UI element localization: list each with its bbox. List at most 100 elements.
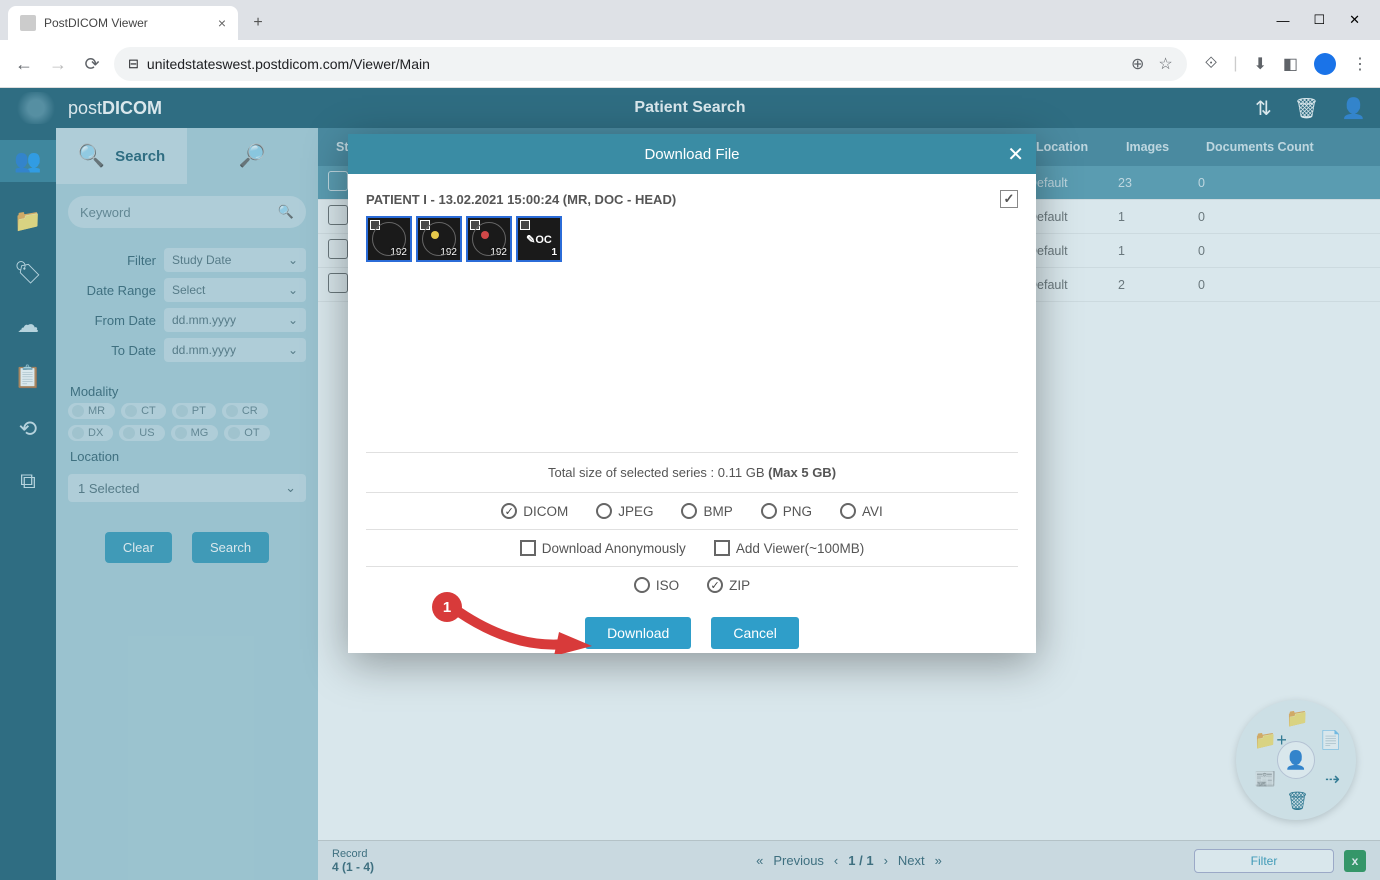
format-radio-dicom[interactable]: DICOM: [501, 503, 568, 519]
radial-share-icon[interactable]: ⇢: [1325, 769, 1340, 790]
browser-tab[interactable]: PostDICOM Viewer ×: [8, 6, 238, 40]
cancel-button[interactable]: Cancel: [711, 617, 799, 649]
excel-export-icon[interactable]: x: [1344, 850, 1366, 872]
location-select[interactable]: 1 Selected⌄: [68, 474, 306, 502]
modality-chip-ot[interactable]: OT: [224, 425, 269, 441]
prev-page-icon[interactable]: ‹: [834, 853, 838, 868]
rail-worklist-icon[interactable]: 📋: [14, 364, 41, 390]
radial-report-icon[interactable]: 📰: [1254, 769, 1276, 790]
add-viewer-checkbox[interactable]: Add Viewer(~100MB): [714, 540, 864, 556]
chevron-down-icon: ⌄: [288, 253, 298, 267]
back-button[interactable]: ←: [12, 52, 36, 76]
modality-chip-dx[interactable]: DX: [68, 425, 113, 441]
radial-folder-icon[interactable]: 📁: [1286, 708, 1308, 729]
from-date-label: From Date: [68, 313, 156, 328]
url-field[interactable]: ⊟ unitedstateswest.postdicom.com/Viewer/…: [114, 47, 1187, 81]
download-anon-checkbox[interactable]: Download Anonymously: [520, 540, 686, 556]
site-info-icon[interactable]: ⊟: [128, 56, 139, 72]
th-location[interactable]: Location: [1028, 140, 1118, 154]
close-window-icon[interactable]: ✕: [1349, 12, 1360, 28]
radial-document-icon[interactable]: 📄: [1320, 730, 1342, 751]
date-range-select[interactable]: Select⌄: [164, 278, 306, 302]
search-tab-basic[interactable]: 🔍 Search: [56, 128, 187, 184]
rail-patients-icon[interactable]: 👥: [0, 140, 56, 182]
trash-icon[interactable]: 🗑: [1294, 96, 1319, 121]
format-radio-jpeg[interactable]: JPEG: [596, 503, 653, 519]
format-radio-bmp[interactable]: BMP: [681, 503, 732, 519]
radial-menu[interactable]: 👤 📁 📁+ 📄 📰 ⇢ 🗑: [1236, 700, 1356, 820]
filter-select[interactable]: Study Date⌄: [164, 248, 306, 272]
modality-chip-cr[interactable]: CR: [222, 403, 268, 419]
rail-tags-icon[interactable]: 🏷: [14, 260, 42, 286]
modality-chip-pt[interactable]: PT: [172, 403, 216, 419]
search-icon: 🔍: [78, 143, 105, 169]
modality-chip-mr[interactable]: MR: [68, 403, 115, 419]
previous-button[interactable]: Previous: [773, 853, 824, 868]
new-tab-button[interactable]: +: [244, 9, 272, 37]
select-all-checkbox[interactable]: ✓: [1000, 190, 1018, 208]
side-panel-icon[interactable]: ◧: [1283, 54, 1298, 74]
th-documents[interactable]: Documents Count: [1198, 140, 1380, 154]
tab-bar: PostDICOM Viewer × + — ☐ ✕: [0, 0, 1380, 40]
forward-button[interactable]: →: [46, 52, 70, 76]
annotation-arrow-icon: [454, 604, 594, 654]
page-title: Patient Search: [634, 99, 745, 117]
series-thumbnail[interactable]: ✎OC1: [516, 216, 562, 262]
series-thumbnail[interactable]: 192: [366, 216, 412, 262]
next-page-icon[interactable]: ›: [884, 853, 888, 868]
record-value: 4 (1 - 4): [332, 860, 374, 874]
results-footer: Record 4 (1 - 4) « Previous ‹ 1 / 1 › Ne…: [318, 840, 1380, 880]
keyword-input[interactable]: Keyword 🔍: [68, 196, 306, 228]
tab-favicon: [20, 15, 36, 31]
archive-radio-iso[interactable]: ISO: [634, 577, 679, 593]
format-radio-avi[interactable]: AVI: [840, 503, 883, 519]
rail-folder-icon[interactable]: 📁: [14, 208, 41, 234]
search-icon: 🔍: [278, 204, 294, 220]
clear-button[interactable]: Clear: [105, 532, 172, 563]
search-button[interactable]: Search: [192, 532, 269, 563]
from-date-input[interactable]: dd.mm.yyyy⌄: [164, 308, 306, 332]
reload-button[interactable]: ⟳: [80, 52, 104, 76]
modal-header: Download File ✕: [348, 134, 1036, 174]
series-thumbnail[interactable]: 192: [466, 216, 512, 262]
rail-upload-icon[interactable]: ☁: [17, 312, 39, 338]
modality-chip-mg[interactable]: MG: [171, 425, 219, 441]
search-sidebar: 🔍 Search 🔎 Keyword 🔍 Filter Study Date⌄ …: [56, 128, 318, 880]
user-icon[interactable]: 👤: [1341, 96, 1366, 121]
extensions-icon[interactable]: ⟐: [1205, 55, 1218, 73]
size-line: Total size of selected series : 0.11 GB …: [348, 453, 1036, 492]
radial-add-folder-icon[interactable]: 📁+: [1254, 730, 1287, 751]
bookmark-icon[interactable]: ☆: [1158, 54, 1172, 74]
format-radio-png[interactable]: PNG: [761, 503, 812, 519]
profile-avatar[interactable]: [1314, 53, 1336, 75]
rail-sync-icon[interactable]: ⟲: [19, 416, 37, 442]
modal-close-icon[interactable]: ✕: [1007, 142, 1024, 167]
chrome-menu-icon[interactable]: ⋮: [1352, 54, 1368, 74]
sort-icon[interactable]: ⇅: [1255, 96, 1272, 121]
location-label: Location: [56, 441, 318, 468]
first-page-icon[interactable]: «: [756, 853, 763, 868]
download-button[interactable]: Download: [585, 617, 691, 649]
tab-title: PostDICOM Viewer: [44, 16, 148, 30]
filter-button[interactable]: Filter: [1194, 849, 1334, 873]
chevron-down-icon: ⌄: [288, 343, 298, 357]
tab-close-icon[interactable]: ×: [218, 15, 226, 31]
downloads-icon[interactable]: ⬇: [1253, 54, 1266, 74]
search-tab-advanced[interactable]: 🔎: [187, 128, 318, 184]
modality-chip-us[interactable]: US: [119, 425, 164, 441]
record-label: Record: [332, 848, 374, 860]
translate-icon[interactable]: ⊕: [1131, 54, 1144, 74]
series-thumbnail[interactable]: 192: [416, 216, 462, 262]
maximize-icon[interactable]: ☐: [1313, 12, 1325, 28]
next-button[interactable]: Next: [898, 853, 925, 868]
modality-chip-ct[interactable]: CT: [121, 403, 166, 419]
minimize-icon[interactable]: —: [1276, 13, 1289, 28]
chevron-down-icon: ⌄: [285, 480, 296, 496]
rail-screens-icon[interactable]: ⧉: [20, 468, 36, 494]
th-images[interactable]: Images: [1118, 140, 1198, 154]
to-date-input[interactable]: dd.mm.yyyy⌄: [164, 338, 306, 362]
radial-delete-icon[interactable]: 🗑: [1286, 791, 1309, 812]
study-title: PATIENT I - 13.02.2021 15:00:24 (MR, DOC…: [366, 192, 676, 207]
archive-radio-zip[interactable]: ZIP: [707, 577, 750, 593]
last-page-icon[interactable]: »: [935, 853, 942, 868]
